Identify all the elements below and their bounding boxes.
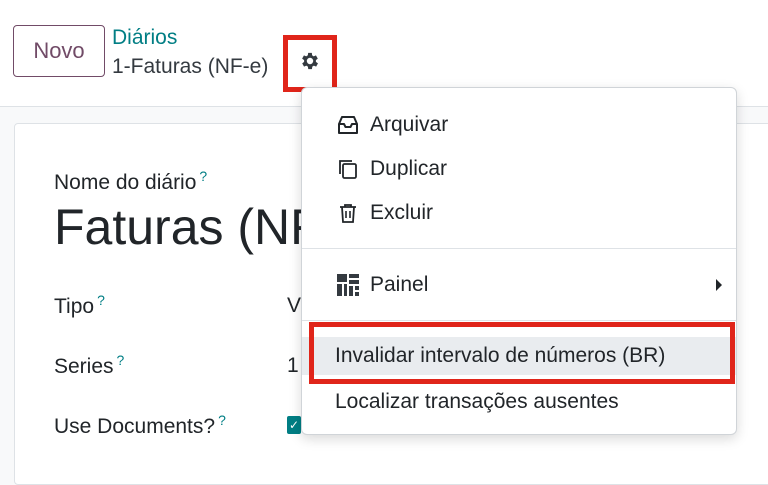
menu-item-label: Duplicar (370, 157, 448, 180)
trash-icon (336, 201, 360, 225)
help-tooltip[interactable]: ? (199, 168, 207, 184)
series-label-text: Series (54, 355, 114, 378)
menu-divider (302, 248, 736, 249)
journal-name-label-text: Nome do diário (54, 171, 197, 194)
series-label: Series? (54, 352, 124, 379)
menu-item-duplicate[interactable]: Duplicar (302, 149, 736, 189)
help-tooltip[interactable]: ? (218, 412, 226, 428)
type-value[interactable]: V (287, 294, 301, 318)
copy-icon (336, 157, 360, 181)
actions-gear-button[interactable] (283, 35, 337, 92)
menu-item-label: Arquivar (370, 113, 449, 136)
menu-item-label: Localizar transações ausentes (335, 390, 619, 413)
series-value[interactable]: 1 (287, 354, 299, 378)
journal-name-value[interactable]: Faturas (NF-e) (54, 198, 304, 256)
menu-item-archive[interactable]: Arquivar (302, 105, 736, 145)
type-label-text: Tipo (54, 295, 95, 318)
menu-item-label: Excluir (370, 201, 434, 224)
dashboard-icon (336, 273, 360, 297)
use-documents-label-text: Use Documents? (54, 415, 216, 438)
menu-item-dashboard[interactable]: Painel (302, 265, 736, 305)
submenu-caret-icon (716, 279, 722, 291)
use-documents-label: Use Documents?? (54, 412, 226, 439)
menu-item-delete[interactable]: Excluir (302, 193, 736, 233)
help-tooltip[interactable]: ? (97, 292, 105, 308)
menu-divider (302, 320, 736, 321)
journal-name-label: Nome do diário? (54, 168, 207, 195)
record-title: 1-Faturas (NF-e) (112, 55, 269, 78)
menu-item-label: Painel (370, 273, 429, 296)
new-button[interactable]: Novo (13, 25, 105, 77)
use-documents-checkbox[interactable]: ✓ (287, 416, 301, 434)
breadcrumb-parent-link[interactable]: Diários (112, 26, 177, 50)
gear-icon (299, 50, 321, 77)
annotation-highlight-box (309, 322, 735, 384)
help-tooltip[interactable]: ? (117, 352, 125, 368)
archive-icon (336, 113, 360, 137)
type-label: Tipo? (54, 292, 105, 319)
menu-item-find-missing-transactions[interactable]: Localizar transações ausentes (302, 382, 736, 422)
